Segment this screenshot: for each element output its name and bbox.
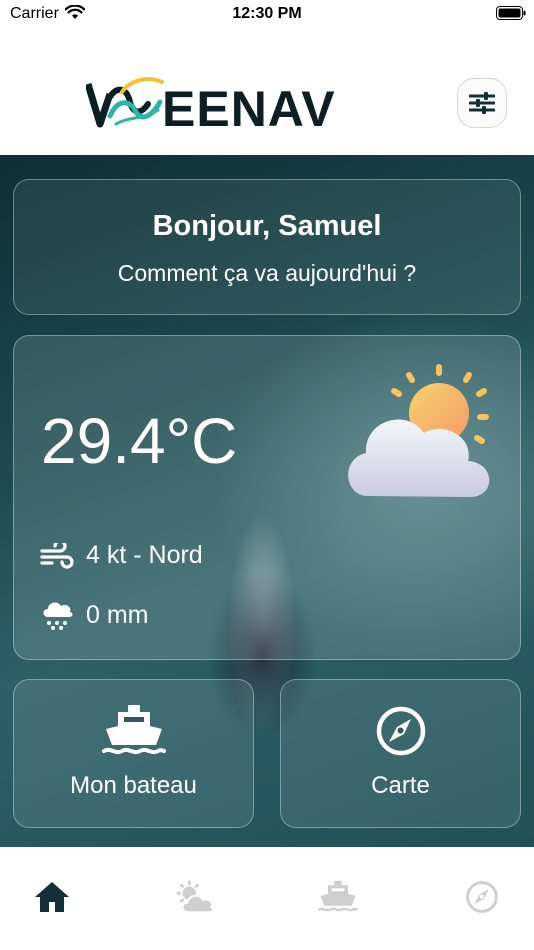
weather-card[interactable]: 29.4°C 4 kt - Nord 0 mm: [13, 335, 521, 660]
clock: 12:30 PM: [232, 5, 302, 22]
wind-value: 4 kt - Nord: [86, 541, 203, 569]
tab-map[interactable]: [462, 877, 502, 917]
ship-icon: [318, 880, 358, 912]
greeting-title: Bonjour, Samuel: [152, 210, 382, 242]
dashboard: Bonjour, Samuel Comment ça va aujourd'hu…: [0, 155, 534, 847]
compass-icon: [376, 706, 425, 756]
my-boat-label: Mon bateau: [70, 772, 197, 799]
settings-button[interactable]: [457, 78, 507, 128]
wind-icon: [40, 542, 74, 569]
weather-icon: [176, 880, 215, 914]
greeting-card: Bonjour, Samuel Comment ça va aujourd'hu…: [13, 179, 521, 315]
my-boat-tile[interactable]: Mon bateau: [13, 679, 254, 828]
map-label: Carte: [371, 772, 430, 799]
partly-cloudy-icon: [348, 364, 490, 497]
rain-cloud-icon: [43, 602, 73, 630]
wind-info: 4 kt - Nord: [40, 541, 203, 570]
app-header: EENAV: [0, 30, 534, 155]
status-bar: Carrier 12:30 PM: [0, 0, 534, 30]
tab-bar: [0, 847, 534, 950]
svg-text:EENAV: EENAV: [162, 81, 336, 132]
sliders-icon: [469, 92, 495, 114]
weenav-logo: EENAV: [86, 77, 336, 132]
temperature-value: 29.4°C: [41, 405, 238, 477]
battery-icon: [496, 6, 526, 20]
ship-icon: [101, 705, 166, 755]
tab-weather[interactable]: [175, 877, 215, 917]
map-tile[interactable]: Carte: [280, 679, 521, 828]
greeting-subtitle: Comment ça va aujourd'hui ?: [117, 260, 417, 286]
tab-home[interactable]: [32, 877, 72, 917]
precipitation-value: 0 mm: [86, 600, 149, 629]
tab-my-boat[interactable]: [318, 877, 358, 917]
home-icon: [35, 882, 69, 912]
precipitation-info: 0 mm: [40, 599, 149, 631]
compass-icon: [466, 881, 498, 913]
